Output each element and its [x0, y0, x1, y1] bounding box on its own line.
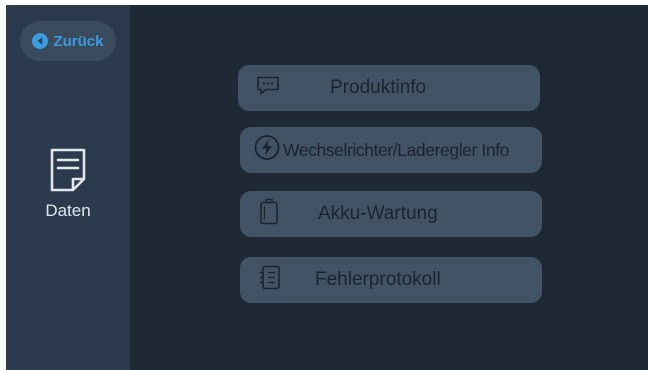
wechselrichter-info-label: Wechselrichter/Laderegler Info	[283, 139, 509, 160]
akku-wartung-button[interactable]: Akku-Wartung	[240, 191, 542, 237]
screen: Zurück Daten Produktinfo Wechselrichter/…	[6, 5, 648, 370]
battery-icon	[258, 198, 280, 231]
sidebar-item-daten[interactable]: Daten	[6, 147, 130, 221]
akku-wartung-label: Akku-Wartung	[318, 203, 438, 224]
fehlerprotokoll-label: Fehlerprotokoll	[315, 269, 441, 290]
message-dots-icon	[256, 76, 280, 101]
sidebar: Zurück Daten	[6, 5, 130, 370]
lightning-icon	[254, 135, 280, 166]
wechselrichter-info-button[interactable]: Wechselrichter/Laderegler Info	[240, 127, 542, 173]
notebook-icon	[258, 265, 282, 296]
document-icon	[49, 147, 87, 198]
back-arrow-icon	[32, 33, 49, 49]
fehlerprotokoll-button[interactable]: Fehlerprotokoll	[240, 257, 542, 303]
produktinfo-label: Produktinfo	[330, 77, 427, 98]
produktinfo-button[interactable]: Produktinfo	[238, 65, 540, 111]
back-button-label: Zurück	[53, 32, 104, 50]
back-button[interactable]: Zurück	[20, 21, 116, 61]
sidebar-item-label: Daten	[45, 201, 91, 220]
